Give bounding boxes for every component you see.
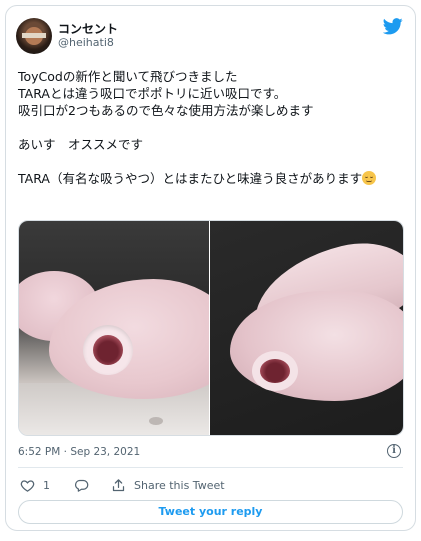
info-icon[interactable]: i — [387, 444, 401, 458]
tweet-text: ToyCodの新作と聞いて飛びつきました TARAとは違う吸口でポポトリに近い吸… — [18, 68, 410, 187]
share-icon — [112, 478, 125, 491]
tweet-paragraph-3-wrap: TARA（有名な吸うやつ）とはまたひと味違う良さがあります — [18, 170, 410, 187]
share-label: Share this Tweet — [134, 478, 225, 492]
twitter-bird-icon[interactable] — [383, 18, 403, 35]
reply-bubble-icon — [74, 479, 89, 492]
share-button[interactable]: Share this Tweet — [111, 478, 225, 493]
photo-box-dot — [149, 417, 163, 425]
tweet-paragraph-spacer — [18, 119, 410, 136]
tweet-your-reply-button[interactable]: Tweet your reply — [18, 500, 403, 524]
media-photo-2[interactable] — [210, 221, 403, 435]
author-display-name[interactable]: コンセント — [58, 20, 118, 37]
heart-icon — [20, 479, 35, 492]
tweet-paragraph-3: TARA（有名な吸うやつ）とはまたひと味違う良さがあります — [18, 171, 363, 186]
photo-suction-hole — [93, 335, 123, 365]
media-photo-1[interactable] — [19, 221, 209, 435]
reply-button[interactable] — [74, 478, 89, 493]
tweet-paragraph-spacer-2 — [18, 153, 410, 170]
photo-toy-body — [230, 291, 403, 401]
like-count: 1 — [43, 478, 50, 492]
tweet-media[interactable] — [18, 220, 404, 436]
tweet-paragraph-2: あいす オススメです — [18, 137, 144, 152]
tweet-timestamp[interactable]: 6:52 PM · Sep 23, 2021 — [18, 446, 140, 458]
avatar[interactable] — [16, 18, 52, 54]
divider — [18, 467, 403, 468]
tweet-actions: 1 Share this Tweet — [20, 476, 225, 494]
tweet-paragraph-1: ToyCodの新作と聞いて飛びつきました TARAとは違う吸口でポポトリに近い吸… — [18, 69, 314, 118]
avatar-band — [22, 33, 46, 38]
relieved-face-emoji-icon — [362, 171, 377, 185]
photo-suction-hole — [260, 359, 290, 383]
author-handle[interactable]: @heihati8 — [58, 36, 114, 49]
tweet-embed-card: コンセント @heihati8 ToyCodの新作と聞いて飛びつきました TAR… — [5, 5, 416, 531]
like-button[interactable]: 1 — [20, 478, 74, 493]
